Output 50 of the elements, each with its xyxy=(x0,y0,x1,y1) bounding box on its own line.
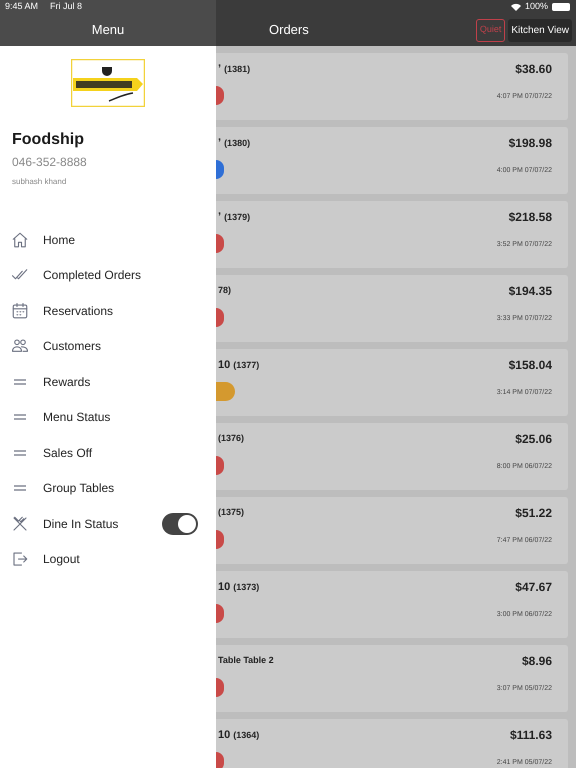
order-amount: $38.60 xyxy=(515,61,552,78)
order-title: (1376) xyxy=(218,432,244,446)
phone-number: 046-352-8888 xyxy=(12,154,87,171)
calendar-icon xyxy=(11,302,29,320)
battery-icon xyxy=(552,3,570,11)
drawer-title: Menu xyxy=(92,21,124,40)
menu-icon xyxy=(14,378,26,385)
order-title: ’ (1381) xyxy=(218,62,250,77)
order-amount: $218.58 xyxy=(508,209,552,226)
page-title: Orders xyxy=(269,21,309,40)
menu-item[interactable]: Rewards xyxy=(0,364,216,400)
menu-item[interactable]: Group Tables xyxy=(0,470,216,506)
business-name: Foodship xyxy=(12,130,84,150)
menu-icon xyxy=(14,450,26,456)
logout-icon xyxy=(11,550,29,568)
order-title: Table Table 2 xyxy=(218,654,274,668)
order-title: ’ (1380) xyxy=(218,136,250,151)
order-title: 10 (1373) xyxy=(218,580,260,595)
toggle-switch[interactable] xyxy=(162,512,198,535)
order-title: 10 (1377) xyxy=(218,358,260,373)
order-amount: $47.67 xyxy=(515,579,552,596)
user-name: subhash khand xyxy=(12,176,66,188)
battery-percent: 100% xyxy=(524,0,548,14)
menu-item[interactable]: Reservations xyxy=(0,293,216,328)
order-amount: $8.96 xyxy=(522,653,552,670)
status-date: Fri Jul 8 xyxy=(50,0,82,14)
wifi-icon xyxy=(510,3,521,11)
order-amount: $51.22 xyxy=(515,505,552,522)
cutlery-icon xyxy=(11,514,29,533)
home-icon xyxy=(11,230,29,249)
menu-item[interactable]: Menu Status xyxy=(0,400,216,435)
order-amount: $194.35 xyxy=(508,283,552,300)
menu-item[interactable]: Logout xyxy=(0,542,216,577)
menu-item[interactable]: Home xyxy=(0,222,216,258)
order-amount: $158.04 xyxy=(508,357,552,374)
menu-item[interactable]: Dine In Status xyxy=(0,506,216,542)
menu-icon xyxy=(14,414,26,420)
order-title: 78) xyxy=(218,284,232,298)
menu-item[interactable]: Sales Off xyxy=(0,435,216,470)
menu-item[interactable]: Customers xyxy=(0,328,216,364)
order-amount: $25.06 xyxy=(515,431,552,448)
kitchen-view-button[interactable]: Kitchen View xyxy=(508,18,572,42)
order-amount: $111.63 xyxy=(510,727,552,744)
menu-icon xyxy=(14,485,26,492)
order-amount: $198.98 xyxy=(508,135,552,152)
order-title: (1375) xyxy=(218,506,244,520)
order-title: 10 (1364) xyxy=(218,728,260,743)
status-time: 9:45 AM xyxy=(5,0,38,14)
order-title: ’ (1379) xyxy=(218,210,250,225)
menu-item[interactable]: Completed Orders xyxy=(0,258,216,293)
